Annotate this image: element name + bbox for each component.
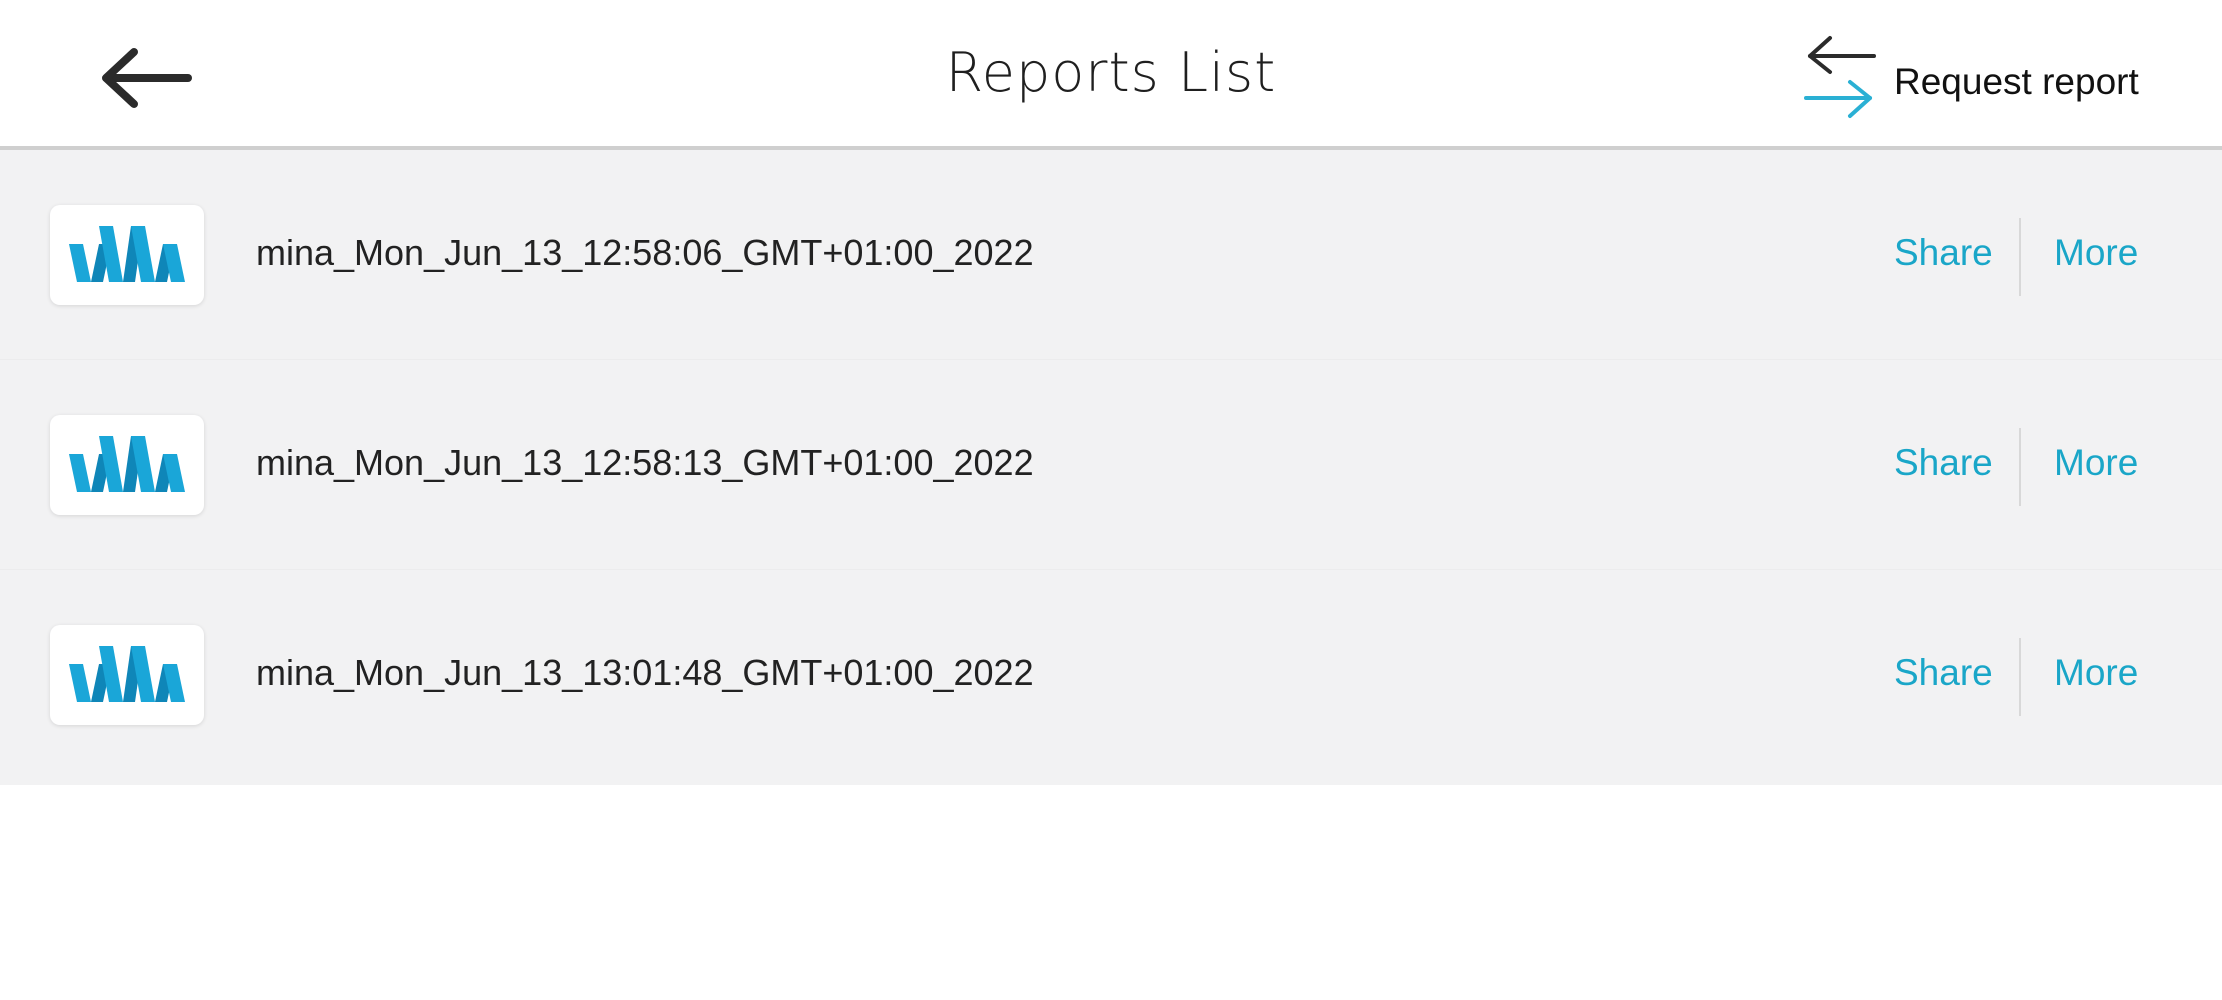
action-divider [2019,218,2021,296]
share-button[interactable]: Share [1894,648,1993,698]
report-name: mina_Mon_Jun_13_12:58:13_GMT+01:00_2022 [256,442,1034,483]
list-item[interactable]: mina_Mon_Jun_13_12:58:06_GMT+01:00_2022 … [0,150,2222,360]
more-button[interactable]: More [2054,228,2138,278]
more-button[interactable]: More [2054,648,2138,698]
top-app-bar: Reports List Request report [0,0,2222,150]
swap-arrows-icon [1804,36,1876,118]
report-thumbnail [50,625,204,725]
app-logo-icon [69,226,185,282]
report-thumbnail [50,415,204,515]
list-item[interactable]: mina_Mon_Jun_13_13:01:48_GMT+01:00_2022 … [0,570,2222,780]
reports-list: mina_Mon_Jun_13_12:58:06_GMT+01:00_2022 … [0,150,2222,785]
share-button[interactable]: Share [1894,228,1993,278]
report-name: mina_Mon_Jun_13_12:58:06_GMT+01:00_2022 [256,232,1034,273]
app-logo-icon [69,436,185,492]
app-logo-icon [69,646,185,702]
more-button[interactable]: More [2054,438,2138,488]
action-divider [2019,638,2021,716]
share-button[interactable]: Share [1894,438,1993,488]
report-thumbnail [50,205,204,305]
list-item[interactable]: mina_Mon_Jun_13_12:58:13_GMT+01:00_2022 … [0,360,2222,570]
action-divider [2019,428,2021,506]
request-report-button[interactable]: Request report [1800,30,2139,126]
report-name: mina_Mon_Jun_13_13:01:48_GMT+01:00_2022 [256,652,1034,693]
request-report-label: Request report [1894,61,2139,102]
